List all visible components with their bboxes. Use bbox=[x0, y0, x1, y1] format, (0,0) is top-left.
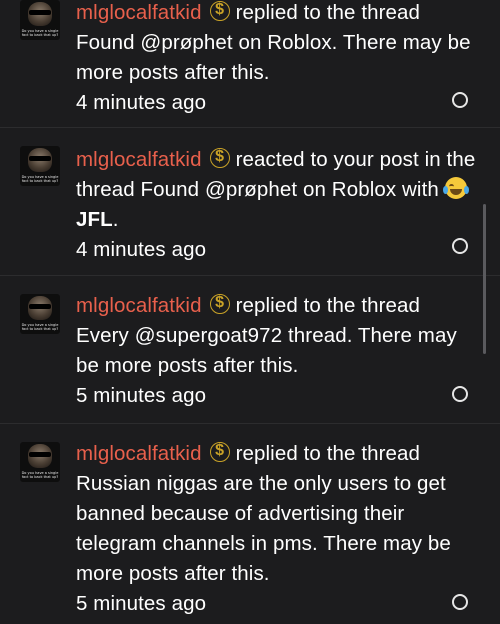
sunglasses-icon bbox=[29, 10, 51, 15]
timestamp: 5 minutes ago bbox=[76, 592, 207, 615]
tears-of-joy-icon bbox=[442, 177, 469, 199]
timestamp: 4 minutes ago bbox=[76, 91, 207, 114]
notification-content: mlglocalfatkidreplied to the thread Russ… bbox=[76, 437, 476, 619]
timestamp: 5 minutes ago bbox=[76, 384, 207, 407]
notification-item[interactable]: Do you have a single fact to back that u… bbox=[0, 424, 500, 624]
notification-content: mlglocalfatkidreplied to the thread Ever… bbox=[76, 289, 476, 411]
avatar[interactable]: Do you have a single fact to back that u… bbox=[20, 294, 60, 334]
notification-item[interactable]: Do you have a single fact to back that u… bbox=[0, 128, 500, 276]
avatar[interactable]: Do you have a single fact to back that u… bbox=[20, 146, 60, 186]
unread-circle-icon[interactable] bbox=[452, 594, 468, 610]
notification-feed: Do you have a single fact to back that u… bbox=[0, 0, 500, 624]
notification-content: mlglocalfatkidreplied to the thread Foun… bbox=[76, 0, 476, 118]
unread-circle-icon[interactable] bbox=[452, 238, 468, 254]
username-link[interactable]: mlglocalfatkid bbox=[76, 1, 202, 24]
avatar[interactable]: Do you have a single fact to back that u… bbox=[20, 442, 60, 482]
reaction-name: JFL bbox=[76, 208, 113, 231]
avatar-caption: Do you have a single fact to back that u… bbox=[21, 29, 59, 37]
sunglasses-icon bbox=[29, 304, 51, 309]
timestamp: 4 minutes ago bbox=[76, 238, 207, 261]
username-link[interactable]: mlglocalfatkid bbox=[76, 294, 202, 317]
dollar-coin-icon bbox=[209, 143, 230, 171]
avatar-caption: Do you have a single fact to back that u… bbox=[21, 175, 59, 183]
dollar-coin-icon bbox=[209, 0, 230, 24]
avatar-caption: Do you have a single fact to back that u… bbox=[21, 323, 59, 331]
notification-content: mlglocalfatkidreacted to your post in th… bbox=[76, 143, 476, 265]
sunglasses-icon bbox=[29, 156, 51, 161]
notification-item[interactable]: Do you have a single fact to back that u… bbox=[0, 276, 500, 424]
username-link[interactable]: mlglocalfatkid bbox=[76, 442, 202, 465]
avatar-caption: Do you have a single fact to back that u… bbox=[21, 471, 59, 479]
dollar-coin-icon bbox=[209, 289, 230, 317]
sunglasses-icon bbox=[29, 452, 51, 457]
dollar-coin-icon bbox=[209, 437, 230, 465]
unread-circle-icon[interactable] bbox=[452, 386, 468, 402]
notification-item[interactable]: Do you have a single fact to back that u… bbox=[0, 0, 500, 128]
avatar[interactable]: Do you have a single fact to back that u… bbox=[20, 0, 60, 40]
scrollbar[interactable] bbox=[483, 204, 486, 354]
unread-circle-icon[interactable] bbox=[452, 92, 468, 108]
username-link[interactable]: mlglocalfatkid bbox=[76, 148, 202, 171]
notification-text-end: . bbox=[112, 208, 119, 231]
